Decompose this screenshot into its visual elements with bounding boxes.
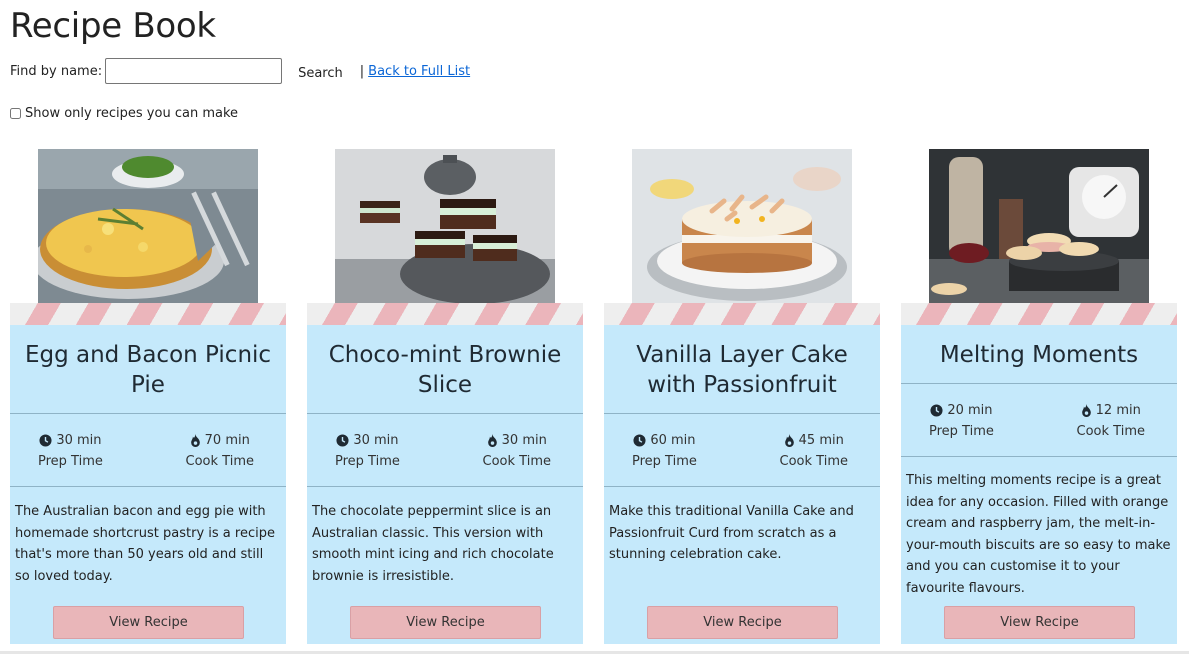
prep-time-value: 20 min [947,403,993,418]
search-button[interactable]: Search [298,66,343,81]
recipe-photo [929,149,1149,303]
prep-time: 30 min Prep Time [38,430,103,472]
cook-time: 12 min Cook Time [1077,400,1145,442]
recipe-card: Vanilla Layer Cake with Passionfruit 60 … [604,149,880,644]
cook-time-value: 12 min [1095,403,1141,418]
recipe-times: 30 min Prep Time 30 min Cook Time [307,413,583,487]
recipe-title: Choco-mint Brownie Slice [328,342,562,398]
recipe-photo [38,149,258,303]
show-makeable-checkbox[interactable] [10,108,21,119]
cook-time-label: Cook Time [1076,424,1145,439]
decorative-stripe [901,303,1177,325]
vanilla-layer-cake-photo [632,149,852,303]
cook-time-label: Cook Time [779,454,848,469]
cook-time-value: 45 min [798,433,844,448]
recipe-card: Melting Moments 20 min Prep Time 12 min … [901,149,1177,644]
clock-icon [336,434,349,447]
clock-icon [39,434,52,447]
recipe-description: This melting moments recipe is a great i… [906,473,1171,596]
search-input[interactable] [105,58,283,84]
flame-icon [487,434,498,447]
view-recipe-button[interactable]: View Recipe [647,606,838,639]
find-by-name-label: Find by name: [10,63,103,79]
flame-icon [1081,404,1092,417]
prep-time: 20 min Prep Time [929,400,994,442]
prep-time-value: 60 min [650,433,696,448]
recipe-card-body: Choco-mint Brownie Slice 30 min Prep Tim… [307,325,583,644]
recipe-title: Melting Moments [939,342,1139,368]
cook-time: 30 min Cook Time [483,430,551,472]
recipe-times: 60 min Prep Time 45 min Cook Time [604,413,880,487]
recipe-description: The Australian bacon and egg pie with ho… [15,504,275,584]
show-makeable-label: Show only recipes you can make [25,106,239,121]
recipe-times: 20 min Prep Time 12 min Cook Time [901,383,1177,457]
view-recipe-button[interactable]: View Recipe [944,606,1135,639]
recipe-card: Choco-mint Brownie Slice 30 min Prep Tim… [307,149,583,644]
prep-time-value: 30 min [353,433,399,448]
recipe-card-body: Vanilla Layer Cake with Passionfruit 60 … [604,325,880,644]
recipe-title: Vanilla Layer Cake with Passionfruit [636,342,848,398]
recipe-description: Make this traditional Vanilla Cake and P… [609,504,854,562]
page-title: Recipe Book [10,6,216,46]
back-to-full-list-link[interactable]: Back to Full List [368,64,470,79]
recipe-card-body: Melting Moments 20 min Prep Time 12 min … [901,325,1177,644]
choco-mint-brownie-photo [335,149,555,303]
view-recipe-button[interactable]: View Recipe [350,606,541,639]
recipe-times: 30 min Prep Time 70 min Cook Time [10,413,286,487]
decorative-stripe [307,303,583,325]
melting-moments-photo [929,149,1149,303]
separator: | [359,63,365,79]
recipe-card: Egg and Bacon Picnic Pie 30 min Prep Tim… [10,149,286,644]
decorative-stripe [604,303,880,325]
prep-time-label: Prep Time [632,454,697,469]
flame-icon [190,434,201,447]
prep-time-label: Prep Time [335,454,400,469]
flame-icon [784,434,795,447]
recipe-card-body: Egg and Bacon Picnic Pie 30 min Prep Tim… [10,325,286,644]
prep-time-label: Prep Time [38,454,103,469]
cook-time-label: Cook Time [482,454,551,469]
recipe-description: The chocolate peppermint slice is an Aus… [312,504,554,584]
prep-time-value: 30 min [56,433,102,448]
prep-time: 60 min Prep Time [632,430,697,472]
prep-time-label: Prep Time [929,424,994,439]
cook-time: 70 min Cook Time [186,430,254,472]
recipe-photo [335,149,555,303]
search-bar: Find by name: Search | Back to Full List [10,57,470,85]
decorative-stripe [10,303,286,325]
clock-icon [930,404,943,417]
view-recipe-button[interactable]: View Recipe [53,606,244,639]
cook-time-value: 70 min [204,433,250,448]
cook-time-label: Cook Time [185,454,254,469]
recipe-title: Egg and Bacon Picnic Pie [24,342,272,398]
clock-icon [633,434,646,447]
cook-time-value: 30 min [501,433,547,448]
prep-time: 30 min Prep Time [335,430,400,472]
recipe-photo [632,149,852,303]
cook-time: 45 min Cook Time [780,430,848,472]
egg-and-bacon-pie-photo [38,149,258,303]
filter-row: Show only recipes you can make [10,106,238,121]
